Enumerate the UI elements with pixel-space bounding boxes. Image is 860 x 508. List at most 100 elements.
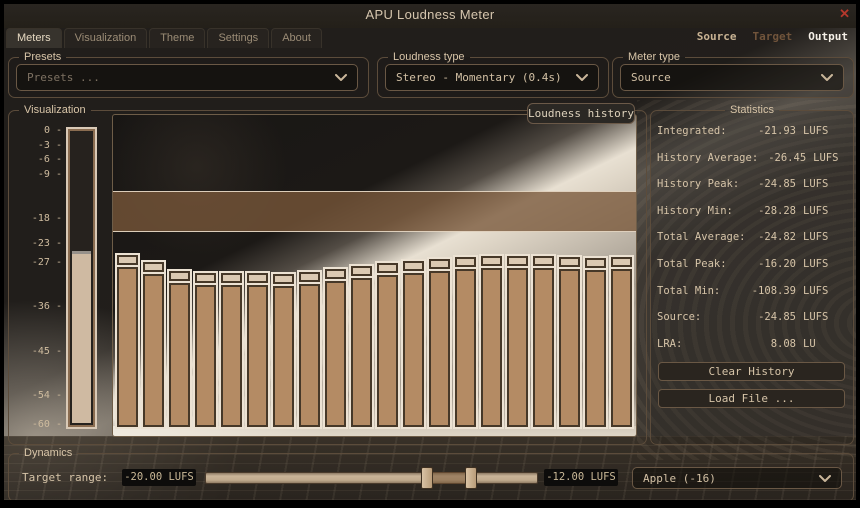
stat-value: -26.45 bbox=[768, 151, 807, 164]
loudness-type-value: Stereo - Momentary (0.4s) bbox=[396, 71, 562, 84]
stat-unit: LUFS bbox=[803, 258, 829, 270]
bar-peak-cap bbox=[247, 272, 268, 283]
dynamics-group-label: Dynamics bbox=[24, 447, 73, 459]
bar-peak-cap bbox=[481, 255, 502, 266]
chart-mesh-texture bbox=[113, 275, 636, 426]
meter-type-value: Source bbox=[631, 71, 671, 84]
load-file-button[interactable]: Load File ... bbox=[658, 389, 845, 408]
history-bar bbox=[455, 268, 476, 427]
stat-label: LRA: bbox=[657, 337, 683, 350]
target-range-high-field[interactable]: -12.00 LUFS bbox=[544, 469, 618, 486]
stat-row: Total Average: -24.82 LUFS bbox=[657, 230, 833, 244]
stat-label: Source: bbox=[657, 311, 702, 324]
bar-peak-cap bbox=[455, 256, 476, 267]
stat-value: -24.85 bbox=[758, 311, 796, 324]
presets-dropdown[interactable]: Presets ... bbox=[16, 64, 358, 91]
chevron-down-icon bbox=[819, 474, 831, 482]
bar-peak-cap bbox=[117, 254, 138, 265]
toggle-target[interactable]: Target bbox=[753, 30, 793, 43]
dynamics-preset-dropdown[interactable]: Apple (-16) bbox=[632, 467, 842, 489]
stat-row: LRA: 8.08 LU bbox=[657, 337, 833, 351]
scale-tick: -45 - bbox=[31, 345, 62, 357]
bar-peak-cap bbox=[143, 261, 164, 272]
history-bar bbox=[507, 267, 528, 427]
history-bar bbox=[325, 281, 346, 427]
stat-unit: LUFS bbox=[803, 204, 829, 217]
history-bar bbox=[533, 267, 554, 427]
presets-dropdown-value: Presets ... bbox=[27, 71, 100, 84]
history-bar bbox=[429, 271, 450, 427]
tab-theme[interactable]: Theme bbox=[149, 28, 206, 48]
target-range-slider-track[interactable] bbox=[205, 472, 538, 484]
tab-visualization[interactable]: Visualization bbox=[63, 28, 148, 48]
stat-label: Total Peak: bbox=[657, 258, 727, 270]
scale-tick: -27 - bbox=[31, 257, 62, 269]
stat-row: Total Peak: -16.20 LUFS bbox=[657, 257, 833, 271]
stat-label: History Min: bbox=[657, 204, 733, 217]
scale-tick: -3 - bbox=[37, 139, 62, 151]
loudness-type-dropdown[interactable]: Stereo - Momentary (0.4s) bbox=[385, 64, 599, 91]
stat-value: -16.20 bbox=[758, 258, 796, 270]
history-bar bbox=[221, 284, 242, 427]
scale-tick: -6 - bbox=[37, 154, 62, 166]
stat-label: History Average: bbox=[657, 151, 759, 164]
clear-history-button[interactable]: Clear History bbox=[658, 362, 845, 381]
bar-peak-cap bbox=[585, 257, 606, 268]
dynamics-preset-value: Apple (-16) bbox=[643, 471, 716, 485]
tab-about[interactable]: About bbox=[271, 28, 322, 48]
bar-peak-cap bbox=[429, 259, 450, 270]
tab-meters[interactable]: Meters bbox=[6, 28, 62, 48]
stat-unit: LUFS bbox=[813, 151, 839, 164]
history-bar bbox=[559, 268, 580, 427]
stat-value: -28.28 bbox=[758, 204, 796, 217]
history-bar bbox=[299, 283, 320, 427]
stat-unit: LUFS bbox=[803, 125, 829, 137]
bar-peak-cap bbox=[299, 271, 320, 282]
stat-value: -24.85 bbox=[758, 178, 796, 191]
title-bar: APU Loudness Meter ✕ bbox=[0, 0, 860, 28]
bar-peak-cap bbox=[533, 255, 554, 266]
history-chart-label: Loudness history bbox=[527, 103, 635, 124]
chevron-down-icon bbox=[335, 74, 347, 81]
history-bar bbox=[481, 267, 502, 427]
bar-peak-cap bbox=[403, 260, 424, 271]
chevron-down-icon bbox=[821, 74, 833, 81]
statistics-group-label: Statistics bbox=[729, 104, 774, 116]
stat-row: Integrated: -21.93 LUFS bbox=[657, 124, 833, 138]
bar-peak-cap bbox=[351, 265, 372, 276]
stat-value: -108.39 bbox=[751, 284, 796, 297]
target-range-label: Target range: bbox=[22, 471, 109, 484]
target-range-low-field[interactable]: -20.00 LUFS bbox=[122, 469, 196, 486]
tab-bar: Meters Visualization Theme Settings About So… bbox=[0, 28, 860, 48]
toggle-source[interactable]: Source bbox=[697, 30, 737, 43]
history-bar bbox=[585, 269, 606, 427]
scale-tick: 0 - bbox=[43, 125, 62, 136]
stat-unit: LUFS bbox=[803, 231, 829, 244]
stat-value: -21.93 bbox=[758, 125, 796, 137]
slider-handle-high[interactable] bbox=[465, 467, 478, 489]
stat-row: Total Min: -108.39 LUFS bbox=[657, 284, 833, 298]
history-bar bbox=[195, 284, 216, 427]
bar-peak-cap bbox=[273, 273, 294, 284]
window-title: APU Loudness Meter bbox=[365, 7, 495, 22]
loudness-history-chart bbox=[112, 114, 637, 437]
history-bar bbox=[351, 277, 372, 427]
tab-settings[interactable]: Settings bbox=[207, 28, 270, 48]
stat-row: Source: -24.85 LUFS bbox=[657, 310, 833, 324]
meter-type-dropdown[interactable]: Source bbox=[620, 64, 844, 91]
stat-unit: LUFS bbox=[803, 311, 829, 324]
scale-tick: -9 - bbox=[37, 169, 62, 181]
bar-peak-cap bbox=[325, 269, 346, 280]
history-bar bbox=[273, 285, 294, 427]
slider-handle-low[interactable] bbox=[421, 467, 433, 489]
toggle-output[interactable]: Output bbox=[808, 30, 848, 43]
bar-peak-cap bbox=[611, 256, 632, 267]
target-range-band bbox=[113, 190, 636, 232]
scale-tick: -54 - bbox=[31, 389, 62, 401]
presets-group-label: Presets bbox=[24, 51, 62, 63]
bar-peak-cap bbox=[559, 256, 580, 267]
meter-toggles: Source Target Output bbox=[697, 30, 848, 43]
stat-label: Integrated: bbox=[657, 125, 727, 137]
stat-row: History Peak: -24.85 LUFS bbox=[657, 177, 833, 191]
close-icon[interactable]: ✕ bbox=[839, 6, 850, 22]
